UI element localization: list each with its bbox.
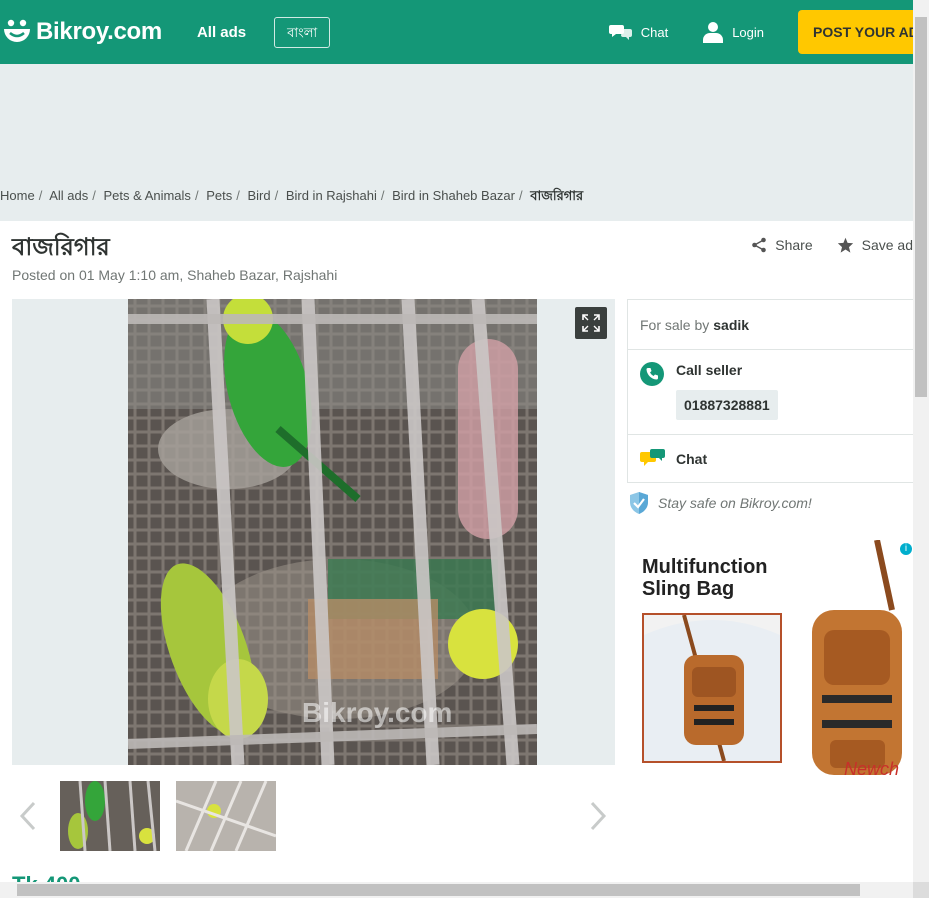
call-seller-label: Call seller — [676, 362, 743, 378]
breadcrumb-pets-animals[interactable]: Pets & Animals — [104, 188, 191, 203]
header-login-link[interactable]: Login — [702, 21, 764, 43]
ad-detail-card: বাজরিগার Posted on 01 May 1:10 am, Shahe… — [0, 221, 913, 898]
sling-bag-model-image — [644, 615, 780, 761]
advert-title-line1: Multifunction — [642, 556, 768, 578]
header-login-label: Login — [732, 24, 764, 40]
advert-banner[interactable]: Multifunction Sling Bag i Newch — [627, 540, 913, 790]
breadcrumb-bird-rajshahi[interactable]: Bird in Rajshahi — [286, 188, 377, 203]
chat-bubbles-icon — [608, 25, 632, 40]
share-label: Share — [775, 237, 813, 253]
thumbnail-image — [60, 781, 160, 851]
breadcrumb-bird[interactable]: Bird — [247, 188, 270, 203]
save-ad-label: Save ad — [861, 237, 913, 253]
advert-title: Multifunction Sling Bag — [642, 556, 768, 600]
safety-tip-text: Stay safe on Bikroy.com! — [658, 495, 812, 511]
all-ads-link[interactable]: All ads — [197, 24, 246, 41]
for-sale-by: For sale by sadik — [628, 300, 913, 350]
chat-seller-button[interactable]: Chat — [628, 435, 913, 483]
breadcrumb-current: বাজরিগার — [530, 188, 584, 203]
scrollbar-corner — [913, 882, 929, 898]
breadcrumb-pets[interactable]: Pets — [206, 188, 232, 203]
language-toggle-button[interactable]: বাংলা — [274, 16, 331, 48]
top-header: Bikroy.com All ads বাংলা Chat Login POST… — [0, 0, 913, 64]
breadcrumb-home[interactable]: Home — [0, 188, 35, 203]
chevron-left-icon[interactable] — [18, 801, 38, 831]
seller-name[interactable]: sadik — [713, 317, 749, 333]
share-icon — [752, 237, 767, 253]
horizontal-scroll-thumb[interactable] — [17, 884, 860, 896]
seller-phone-number[interactable]: 01887328881 — [676, 390, 778, 420]
shield-check-icon — [630, 492, 648, 514]
header-chat-label: Chat — [640, 24, 669, 40]
for-sale-by-label: For sale by — [640, 316, 710, 333]
phone-icon — [640, 362, 664, 386]
ad-photo-budgies — [128, 299, 537, 765]
breadcrumb: Home / All ads / Pets & Animals / Pets / Bir… — [0, 188, 584, 203]
chat-icon — [640, 449, 665, 466]
breadcrumb-all-ads[interactable]: All ads — [49, 188, 88, 203]
vertical-scrollbar[interactable] — [913, 0, 929, 882]
expand-icon — [582, 314, 600, 332]
advert-title-line2: Sling Bag — [642, 578, 735, 600]
star-icon — [837, 237, 853, 253]
advert-image-model — [642, 613, 782, 763]
header-chat-link[interactable]: Chat — [608, 22, 669, 42]
site-logo[interactable]: Bikroy.com — [2, 18, 162, 46]
vertical-scroll-thumb[interactable] — [915, 17, 927, 397]
horizontal-scrollbar[interactable] — [0, 882, 913, 898]
seller-box: For sale by sadik Call seller 0188732888… — [627, 299, 913, 483]
thumbnail-1[interactable] — [60, 781, 160, 851]
ad-posted-meta: Posted on 01 May 1:10 am, Shaheb Bazar, … — [12, 267, 338, 283]
breadcrumb-bird-shaheb-bazar[interactable]: Bird in Shaheb Bazar — [392, 188, 515, 203]
safety-tip[interactable]: Stay safe on Bikroy.com! — [629, 491, 812, 515]
chevron-right-icon[interactable] — [588, 801, 608, 831]
ad-title: বাজরিগার — [12, 234, 110, 261]
thumbnail-strip — [12, 781, 615, 851]
chat-label: Chat — [676, 451, 708, 467]
call-seller-section: Call seller 01887328881 — [628, 350, 913, 435]
advert-image-bag — [812, 540, 902, 775]
share-button[interactable]: Share — [751, 237, 813, 253]
post-ad-button[interactable]: POST YOUR AD — [798, 10, 913, 54]
advert-brand: Newch — [844, 759, 900, 779]
thumbnail-2[interactable] — [176, 781, 276, 851]
save-ad-button[interactable]: Save ad — [837, 237, 913, 253]
photo-watermark: Bikroy.com — [302, 697, 453, 728]
logo-icon — [4, 19, 30, 42]
thumbnail-image — [176, 781, 276, 851]
image-gallery[interactable]: Bikroy.com — [12, 299, 615, 765]
fullscreen-button[interactable] — [575, 307, 607, 339]
user-icon — [703, 22, 724, 43]
logo-text: Bikroy.com — [36, 18, 162, 45]
